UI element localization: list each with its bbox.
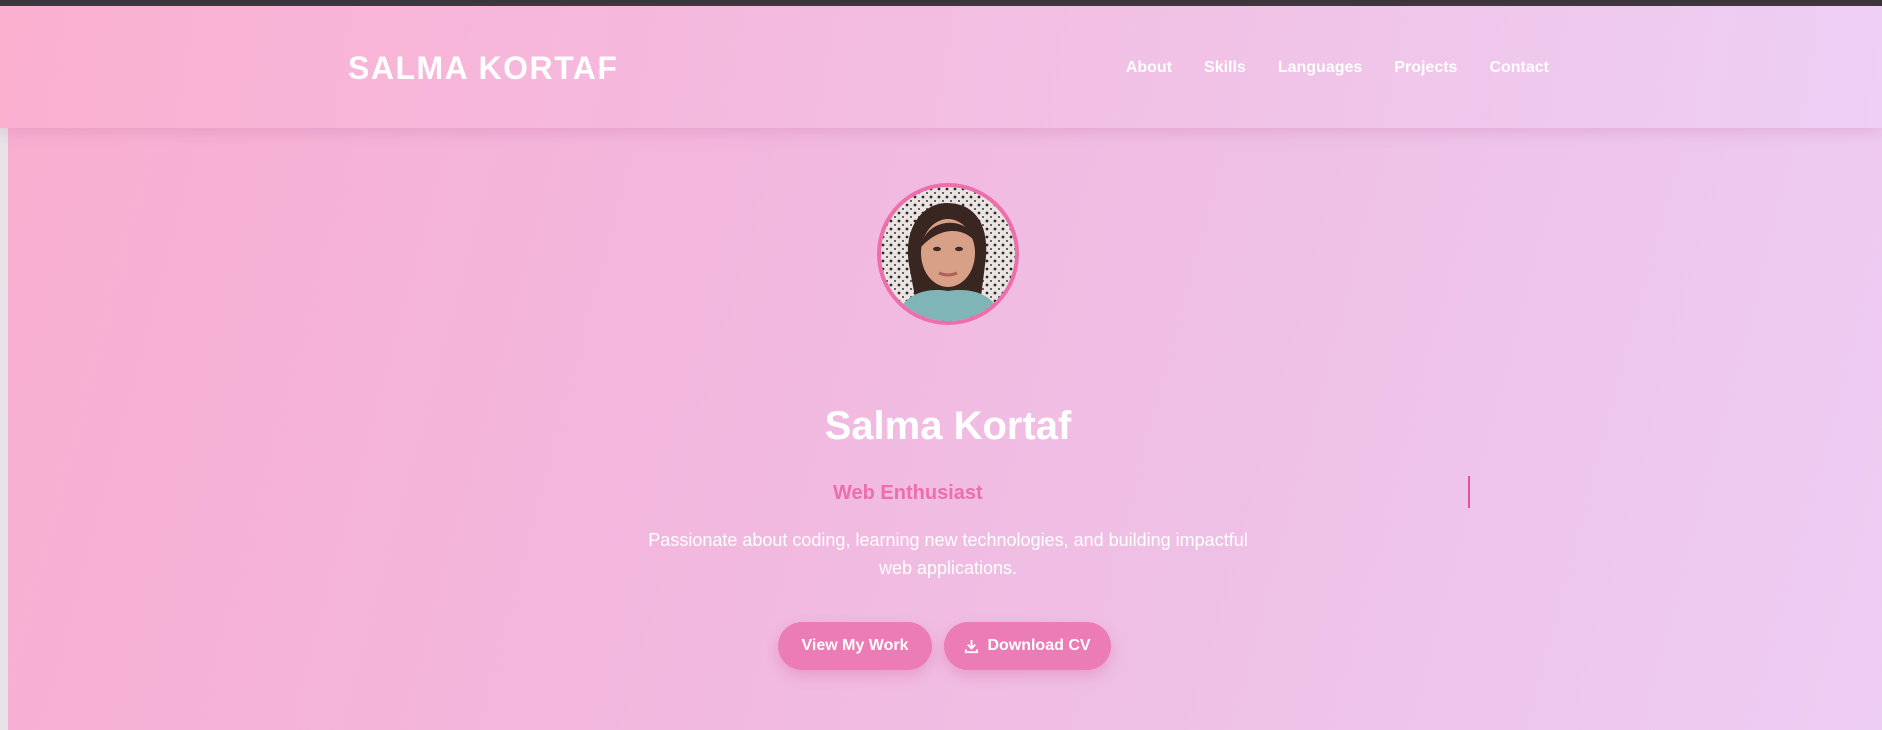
view-my-work-button[interactable]: View My Work [778, 622, 932, 670]
nav-about[interactable]: About [1126, 59, 1172, 77]
site-header: SALMA KORTAF About Skills Languages Proj… [0, 6, 1882, 128]
hero-role-typing: Web Enthusiast [833, 482, 983, 504]
hero-name: Salma Kortaf [824, 404, 1072, 448]
nav-languages[interactable]: Languages [1278, 59, 1362, 77]
profile-photo [881, 187, 1015, 321]
download-icon [964, 639, 979, 654]
nav-skills[interactable]: Skills [1204, 59, 1246, 77]
nav-projects[interactable]: Projects [1394, 59, 1457, 77]
nav-contact[interactable]: Contact [1489, 59, 1549, 77]
main-nav: About Skills Languages Projects Contact [1126, 59, 1549, 77]
download-cv-label: Download CV [987, 637, 1091, 654]
download-cv-button[interactable]: Download CV [944, 622, 1111, 670]
typing-cursor [1468, 476, 1470, 508]
view-my-work-label: View My Work [801, 637, 909, 654]
profile-avatar [877, 183, 1019, 325]
site-logo[interactable]: SALMA KORTAF [348, 50, 618, 87]
hero-description: Passionate about coding, learning new te… [648, 530, 1248, 578]
